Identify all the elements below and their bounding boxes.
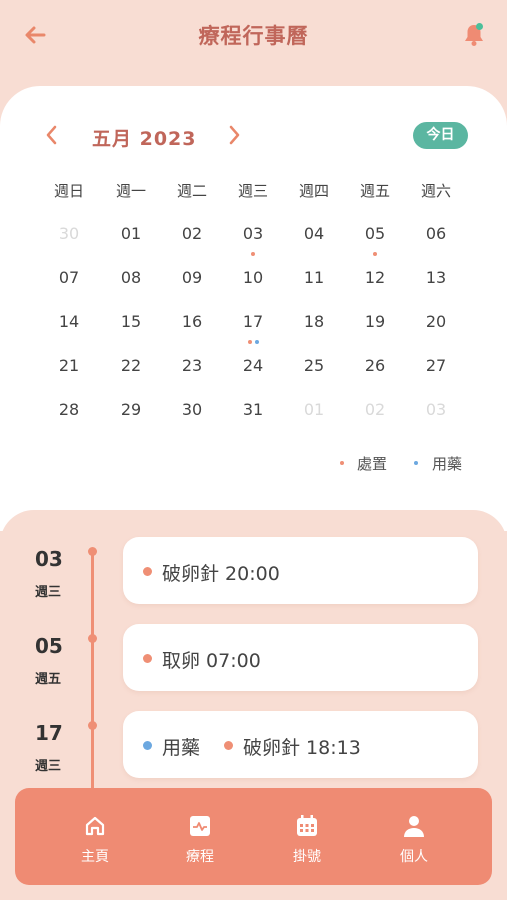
calendar-day[interactable]: 27 (416, 354, 456, 386)
user-icon (404, 816, 424, 837)
timeline-node (88, 547, 97, 556)
calendar-day[interactable]: 22 (111, 354, 151, 386)
event-date: 03 (35, 547, 63, 571)
chevron-right-icon[interactable] (222, 123, 246, 147)
legend-medication-label: 用藥 (432, 455, 463, 473)
calendar-day[interactable]: 02 (355, 398, 395, 430)
nav-treatment[interactable]: 療程 (160, 788, 240, 885)
bell-icon[interactable] (461, 22, 487, 48)
calendar-day[interactable]: 01 (111, 222, 151, 254)
calendar-day[interactable]: 26 (355, 354, 395, 386)
treatment-marker-dot (373, 252, 377, 256)
weekday-header: 週一 (115, 182, 146, 200)
calendar-day[interactable]: 02 (172, 222, 212, 254)
calendar-day[interactable]: 03 (416, 398, 456, 430)
event-card[interactable]: 取卵 07:00 (123, 624, 478, 691)
treatment-marker-dot (247, 340, 252, 344)
calendar-day[interactable]: 11 (294, 266, 334, 298)
calendar-day[interactable]: 06 (416, 222, 456, 254)
calendar-day[interactable]: 03 (233, 222, 273, 254)
event-weekday: 週三 (35, 585, 62, 600)
timeline-node (88, 634, 97, 643)
legend-treatment-dot (340, 461, 344, 465)
calendar-day[interactable]: 29 (111, 398, 151, 430)
calendar-day[interactable]: 17 (233, 310, 273, 342)
calendar-day[interactable]: 12 (355, 266, 395, 298)
app-header: 療程行事曆 (0, 0, 507, 72)
calendar-day[interactable]: 23 (172, 354, 212, 386)
legend-medication-dot (414, 461, 418, 465)
nav-profile-label: 個人 (400, 849, 428, 865)
calendar-day[interactable]: 13 (416, 266, 456, 298)
calendar-day[interactable]: 05 (355, 222, 395, 254)
calendar-icon (297, 815, 317, 836)
chevron-left-icon[interactable] (40, 123, 64, 147)
home-icon (85, 816, 105, 836)
weekday-header: 週二 (176, 182, 207, 200)
treatment-dot (143, 654, 152, 663)
calendar-day[interactable]: 10 (233, 266, 273, 298)
nav-home[interactable]: 主頁 (55, 788, 135, 885)
calendar-day[interactable]: 08 (111, 266, 151, 298)
calendar-day[interactable]: 14 (49, 310, 89, 342)
calendar-day[interactable]: 20 (416, 310, 456, 342)
page-title: 療程行事曆 (198, 24, 309, 48)
event-card[interactable]: 用藥 破卵針 18:13 (123, 711, 478, 778)
weekday-header: 週六 (420, 182, 451, 200)
timeline-line (91, 550, 94, 795)
calendar-day[interactable]: 04 (294, 222, 334, 254)
calendar-day[interactable]: 30 (49, 222, 89, 254)
calendar-day[interactable]: 16 (172, 310, 212, 342)
calendar-day[interactable]: 07 (49, 266, 89, 298)
calendar-day[interactable]: 24 (233, 354, 273, 386)
today-button[interactable]: 今日 (413, 122, 468, 149)
event-text: 用藥 (162, 737, 201, 759)
event-card[interactable]: 破卵針 20:00 (123, 537, 478, 604)
calendar-day[interactable]: 31 (233, 398, 273, 430)
legend-treatment-label: 處置 (357, 455, 388, 473)
calendar-day[interactable]: 15 (111, 310, 151, 342)
timeline-node (88, 721, 97, 730)
calendar-day[interactable]: 21 (49, 354, 89, 386)
event-text: 取卵 07:00 (162, 650, 261, 672)
event-date: 17 (35, 721, 63, 745)
nav-treatment-label: 療程 (186, 849, 214, 865)
event-weekday: 週五 (35, 672, 62, 687)
treatment-dot (143, 567, 152, 576)
event-date: 05 (35, 634, 63, 658)
medication-marker-dot (254, 340, 259, 344)
calendar-day[interactable]: 09 (172, 266, 212, 298)
calendar-day[interactable]: 28 (49, 398, 89, 430)
event-weekday: 週三 (35, 759, 62, 774)
event-text: 破卵針 18:13 (243, 737, 361, 759)
event-text: 破卵針 20:00 (162, 563, 280, 585)
weekday-header: 週三 (237, 182, 268, 200)
calendar-day[interactable]: 25 (294, 354, 334, 386)
nav-profile[interactable]: 個人 (374, 788, 454, 885)
calendar-day[interactable]: 30 (172, 398, 212, 430)
medication-dot (143, 741, 152, 750)
calendar-day[interactable]: 19 (355, 310, 395, 342)
month-label: 五月 2023 (92, 128, 197, 150)
weekday-header: 週四 (298, 182, 329, 200)
calendar-day[interactable]: 18 (294, 310, 334, 342)
nav-appointment-label: 掛號 (293, 849, 321, 865)
bottom-nav: 主頁 療程 掛號 個人 (15, 788, 492, 885)
treatment-dot (224, 741, 233, 750)
calendar-card (0, 86, 507, 531)
weekday-header: 週日 (53, 182, 84, 200)
treatment-marker-dot (251, 252, 255, 256)
nav-home-label: 主頁 (81, 849, 109, 865)
activity-icon (190, 816, 210, 836)
nav-appointment[interactable]: 掛號 (267, 788, 347, 885)
calendar-day[interactable]: 01 (294, 398, 334, 430)
weekday-header: 週五 (359, 182, 390, 200)
notification-dot (476, 23, 483, 30)
